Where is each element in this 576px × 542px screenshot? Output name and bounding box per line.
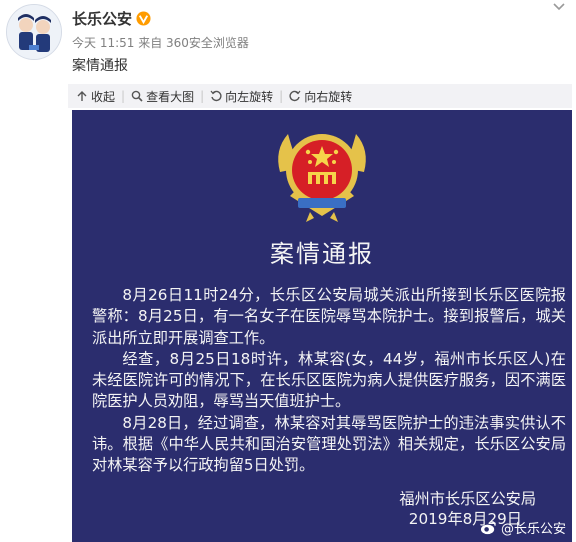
post-text: 案情通报 [72,58,128,74]
toolbar-divider: | [279,89,284,103]
notice-title: 案情通报 [270,240,374,268]
avatar[interactable] [6,4,62,60]
collapse-button[interactable]: 收起 [72,88,119,105]
view-large-button[interactable]: 查看大图 [127,88,198,105]
user-name[interactable]: 长乐公安 [72,8,132,29]
police-avatar-icon [7,5,61,59]
notice-paragraph: 8月28日，经过调查，林某容对其辱骂医院护士的违法事实供认不讳。根据《中华人民共… [92,413,566,475]
rotate-left-icon [210,90,222,102]
notice-paragraph: 8月26日11时24分，长乐区公安局城关派出所接到长乐区医院报警称：8月25日，… [92,286,566,347]
watermark: @长乐公安 [480,518,566,537]
signature-org: 福州市长乐区公安局 [399,490,536,508]
notice-image[interactable]: 案情通报 8月26日11时24分，长乐区公安局城关派出所接到长乐区医院报警称：8… [72,110,572,542]
post-meta: 今天 11:51 来自 360安全浏览器 [72,36,249,50]
police-emblem-icon [278,134,366,222]
chevron-down-icon[interactable] [552,2,566,12]
watermark-text: @长乐公安 [500,522,566,537]
notice-body: 8月26日11时24分，长乐区公安局城关派出所接到长乐区医院报警称：8月25日，… [92,285,566,477]
rotate-left-button[interactable]: 向左旋转 [206,88,277,105]
rotate-right-button[interactable]: 向右旋转 [285,88,356,105]
rotate-right-icon [289,90,301,102]
view-large-label: 查看大图 [146,89,195,104]
verified-badge-icon [136,11,151,26]
weibo-logo-icon [480,521,496,535]
image-toolbar: 收起 | 查看大图 | 向左旋转 | 向右旋转 [68,84,572,108]
notice-paragraph: 经查，8月25日18时许，林某容(女，44岁，福州市长乐区人)在未经医院许可的情… [92,349,566,411]
rotate-left-label: 向左旋转 [225,89,274,104]
rotate-right-label: 向右旋转 [304,89,353,104]
toolbar-divider: | [200,89,205,103]
toolbar-divider: | [121,89,126,103]
search-icon [131,90,143,102]
collapse-label: 收起 [91,89,116,104]
arrow-up-icon [77,91,87,101]
